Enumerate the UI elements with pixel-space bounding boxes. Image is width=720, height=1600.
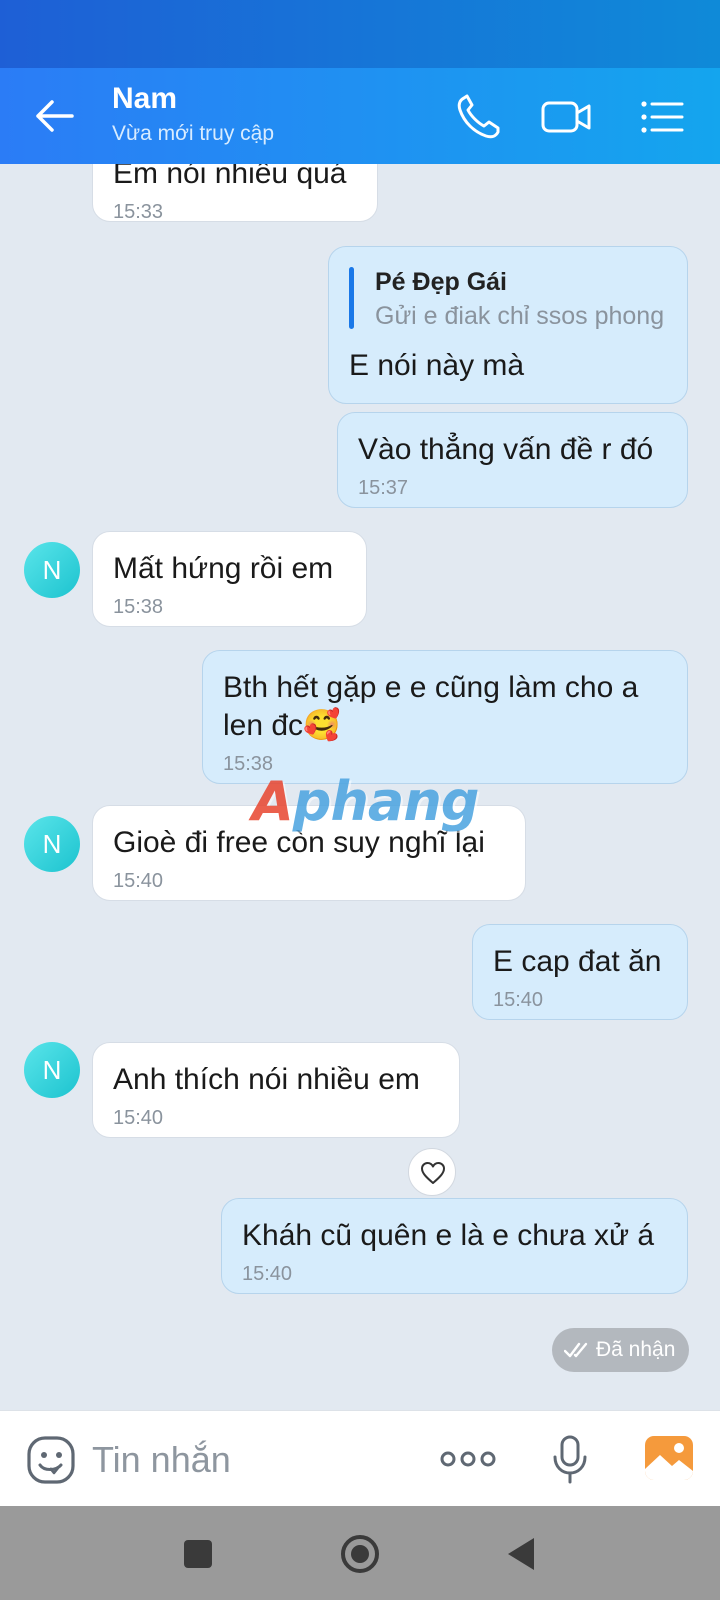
quoted-message[interactable]: Pé Đẹp Gái Gửi e điak chỉ ssos phong xyxy=(349,265,667,333)
nav-home-icon[interactable] xyxy=(338,1532,382,1576)
avatar[interactable]: N xyxy=(24,1042,80,1098)
delivery-status-label: Đã nhận xyxy=(596,1338,676,1361)
quoted-sender-name: Pé Đẹp Gái xyxy=(375,268,507,296)
message-bubble-outgoing[interactable]: Bth hết gặp e e cũng làm cho a len đc🥰 1… xyxy=(202,650,688,784)
message-text: Em nói nhiều quá xyxy=(113,164,347,190)
message-bubble-outgoing-reply[interactable]: Pé Đẹp Gái Gửi e điak chỉ ssos phong E n… xyxy=(328,246,688,404)
nav-back-icon[interactable] xyxy=(500,1532,544,1576)
message-text: Mất hứng rồi em xyxy=(113,552,334,585)
back-arrow-icon[interactable] xyxy=(32,94,76,138)
message-time: 15:33 xyxy=(113,201,164,223)
heart-icon xyxy=(421,1162,445,1184)
message-time: 15:40 xyxy=(493,989,544,1011)
message-text: E cap đat ăn xyxy=(493,945,662,978)
menu-list-icon[interactable] xyxy=(636,92,688,142)
quote-bar xyxy=(349,267,354,329)
message-text: E nói này mà xyxy=(349,349,525,382)
message-bubble-outgoing[interactable]: Vào thẳng vấn đề r đó 15:37 xyxy=(337,412,688,508)
message-time: 15:38 xyxy=(113,596,164,618)
message-bubble-outgoing[interactable]: E cap đat ăn 15:40 xyxy=(472,924,688,1020)
message-time: 15:40 xyxy=(113,870,164,892)
message-text: Bth hết gặp e e cũng làm cho a len đc🥰 xyxy=(223,671,639,742)
contact-status: Vừa mới truy cập xyxy=(112,122,275,145)
avatar[interactable]: N xyxy=(24,816,80,872)
watermark-rest: phang xyxy=(292,770,480,833)
more-dots-icon[interactable] xyxy=(440,1449,496,1469)
message-list[interactable]: Em nói nhiều quá 15:33 Pé Đẹp Gái Gửi e … xyxy=(0,164,720,1410)
status-bar xyxy=(0,0,720,68)
emoji-icon[interactable] xyxy=(26,1435,76,1485)
double-check-icon xyxy=(564,1342,588,1358)
message-text: Kháh cũ quên e là e chưa xử á xyxy=(242,1219,655,1252)
system-nav-bar xyxy=(0,1506,720,1600)
message-bubble-incoming[interactable]: Em nói nhiều quá 15:33 xyxy=(92,164,378,223)
gallery-icon[interactable] xyxy=(644,1435,694,1481)
message-text: Vào thẳng vấn đề r đó xyxy=(358,433,654,466)
message-text: Anh thích nói nhiều em xyxy=(113,1063,420,1096)
message-time: 15:40 xyxy=(113,1107,164,1129)
contact-name[interactable]: Nam xyxy=(112,82,177,116)
watermark-logo: Aphang xyxy=(252,770,480,833)
message-composer: Tin nhắn xyxy=(0,1410,720,1506)
nav-recents-icon[interactable] xyxy=(176,1532,220,1576)
message-time: 15:40 xyxy=(242,1263,293,1285)
phone-icon[interactable] xyxy=(452,92,504,142)
watermark-lead: A xyxy=(252,770,294,833)
message-input[interactable]: Tin nhắn xyxy=(92,1439,231,1481)
video-call-icon[interactable] xyxy=(540,92,592,142)
microphone-icon[interactable] xyxy=(552,1435,588,1485)
message-bubble-outgoing[interactable]: Kháh cũ quên e là e chưa xử á 15:40 xyxy=(221,1198,688,1294)
delivery-status-badge: Đã nhận xyxy=(552,1328,689,1372)
quoted-text: Gửi e điak chỉ ssos phong xyxy=(375,302,665,330)
message-bubble-incoming[interactable]: Mất hứng rồi em 15:38 xyxy=(92,531,367,627)
avatar[interactable]: N xyxy=(24,542,80,598)
chat-header: Nam Vừa mới truy cập xyxy=(0,68,720,164)
react-heart-button[interactable] xyxy=(408,1148,456,1196)
message-time: 15:37 xyxy=(358,477,409,499)
message-bubble-incoming[interactable]: Anh thích nói nhiều em 15:40 xyxy=(92,1042,460,1138)
